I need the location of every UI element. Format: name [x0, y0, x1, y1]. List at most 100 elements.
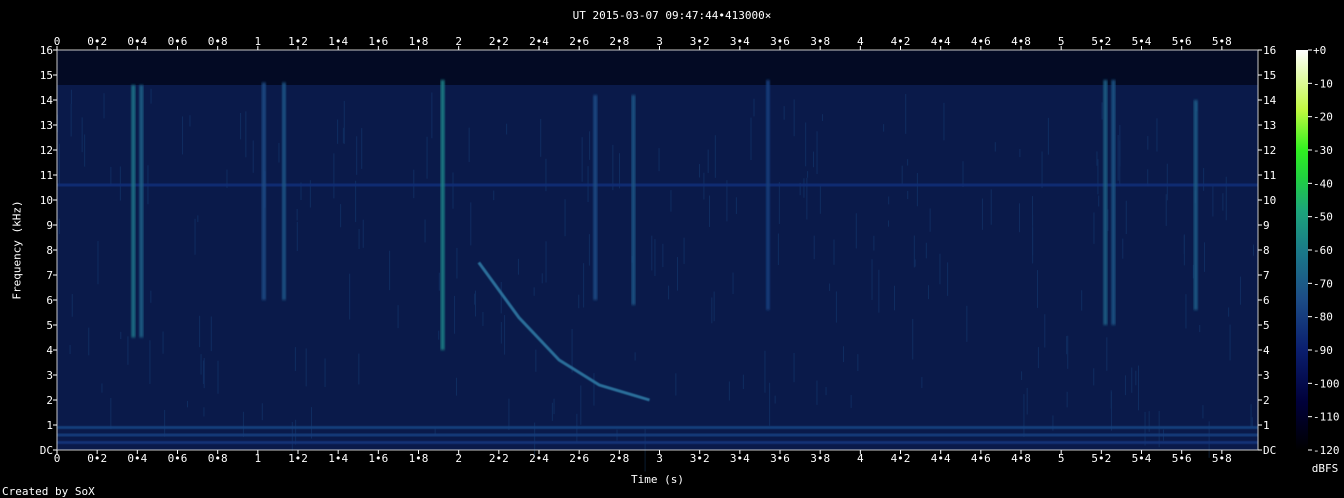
noise-streak: [580, 385, 582, 425]
noise-streak: [361, 128, 363, 169]
x-tick-label-top: 2•4: [529, 35, 549, 48]
noise-streak: [962, 161, 964, 187]
noise-streak: [732, 272, 734, 294]
noise-streak: [894, 285, 896, 311]
noise-streak: [356, 136, 358, 175]
noise-streak: [349, 273, 351, 320]
noise-streak: [887, 220, 889, 227]
y-tick-label-right: 13: [1263, 119, 1276, 132]
x-tick-label-top: 4•4: [931, 35, 951, 48]
x-tick-label: 4•2: [891, 452, 911, 465]
x-tick-label: 5•2: [1091, 452, 1111, 465]
x-tick-label-top: 5•6: [1172, 35, 1192, 48]
noise-streak: [1044, 314, 1046, 348]
noise-streak: [925, 242, 927, 259]
noise-streak: [1165, 194, 1167, 226]
x-tick-label-top: 5•4: [1132, 35, 1152, 48]
noise-streak: [675, 373, 677, 396]
noise-streak: [583, 263, 585, 308]
x-tick-label: 3•8: [810, 452, 830, 465]
x-tick-label: 5•4: [1132, 452, 1152, 465]
y-tick-label-right: 4: [1263, 344, 1270, 357]
noise-streak: [296, 221, 298, 252]
x-tick-label: 1•8: [409, 452, 429, 465]
y-tick-label-right: 14: [1263, 94, 1277, 107]
noise-streak: [819, 186, 821, 214]
noise-streak: [1019, 149, 1021, 158]
vertical-spike: [631, 95, 636, 305]
x-tick-label: 0•6: [168, 452, 188, 465]
y-tick-label-right: 10: [1263, 194, 1276, 207]
noise-streak: [203, 407, 205, 417]
noise-streak: [70, 89, 72, 104]
noise-streak: [295, 419, 297, 445]
noise-streak: [807, 171, 809, 178]
noise-streak: [1096, 151, 1098, 166]
x-tick-label-top: 1•2: [288, 35, 308, 48]
vertical-spike: [1111, 80, 1116, 325]
y-tick-label: 2: [46, 394, 53, 407]
noise-streak: [88, 327, 90, 356]
noise-streak: [454, 295, 456, 334]
noise-streak: [658, 148, 660, 172]
x-tick-label: 2: [455, 452, 462, 465]
low-frequency-band: [57, 441, 1258, 444]
y-tick-label-right: 12: [1263, 144, 1276, 157]
noise-streak: [343, 100, 345, 144]
x-tick-label-top: 1•8: [409, 35, 429, 48]
noise-streak: [728, 381, 730, 401]
x-tick-label: 5•6: [1172, 452, 1192, 465]
noise-streak: [150, 290, 152, 303]
colorbar-tick-label: -110: [1313, 411, 1340, 424]
x-tick-label-top: 4: [857, 35, 864, 48]
x-tick-label-top: 4•6: [971, 35, 991, 48]
noise-streak: [397, 305, 399, 329]
noise-streak: [127, 336, 129, 365]
noise-streak: [857, 354, 859, 372]
y-tick-label: 9: [46, 219, 53, 232]
colorbar-tick-label: -80: [1313, 311, 1333, 324]
colorbar-tick-label: -70: [1313, 277, 1333, 290]
x-tick-label-top: 5•8: [1212, 35, 1232, 48]
noise-streak: [358, 353, 360, 385]
noise-streak: [916, 173, 918, 207]
x-tick-label-top: 0: [54, 35, 61, 48]
noise-streak: [540, 118, 542, 157]
noise-streak: [333, 153, 335, 199]
x-tick-label: 3: [656, 452, 663, 465]
noise-streak: [668, 285, 670, 300]
noise-streak: [634, 352, 636, 361]
noise-streak: [654, 239, 656, 276]
x-tick-label-top: 3•4: [730, 35, 750, 48]
noise-streak: [699, 164, 701, 178]
noise-streak: [119, 166, 121, 201]
y-tick-label-right: 15: [1263, 69, 1276, 82]
y-tick-label: 3: [46, 369, 53, 382]
noise-streak: [1037, 347, 1039, 369]
noise-streak: [71, 294, 73, 317]
x-tick-label: 1•6: [368, 452, 388, 465]
noise-streak: [58, 218, 60, 234]
x-tick-label: 0: [54, 452, 61, 465]
noise-streak: [337, 119, 339, 144]
noise-streak: [500, 322, 502, 344]
noise-streak: [855, 213, 857, 249]
noise-streak: [508, 398, 510, 431]
x-tick-label-top: 2•8: [609, 35, 629, 48]
colorbar-tick-label: -50: [1313, 211, 1333, 224]
noise-streak: [101, 383, 103, 393]
noise-streak: [1253, 244, 1255, 256]
noise-streak: [670, 190, 672, 212]
noise-streak: [825, 387, 827, 396]
noise-streak: [1097, 159, 1099, 195]
noise-streak: [58, 143, 60, 185]
noise-streak: [1066, 391, 1068, 408]
x-tick-label: 5: [1058, 452, 1065, 465]
colorbar-tick-label: -40: [1313, 177, 1333, 190]
noise-streak: [1021, 371, 1023, 380]
colorbar-tick-label: +0: [1313, 44, 1326, 57]
x-tick-label: 3•2: [690, 452, 710, 465]
noise-streak: [588, 234, 590, 266]
y-tick-label: 11: [40, 169, 53, 182]
noise-streak: [535, 349, 537, 372]
